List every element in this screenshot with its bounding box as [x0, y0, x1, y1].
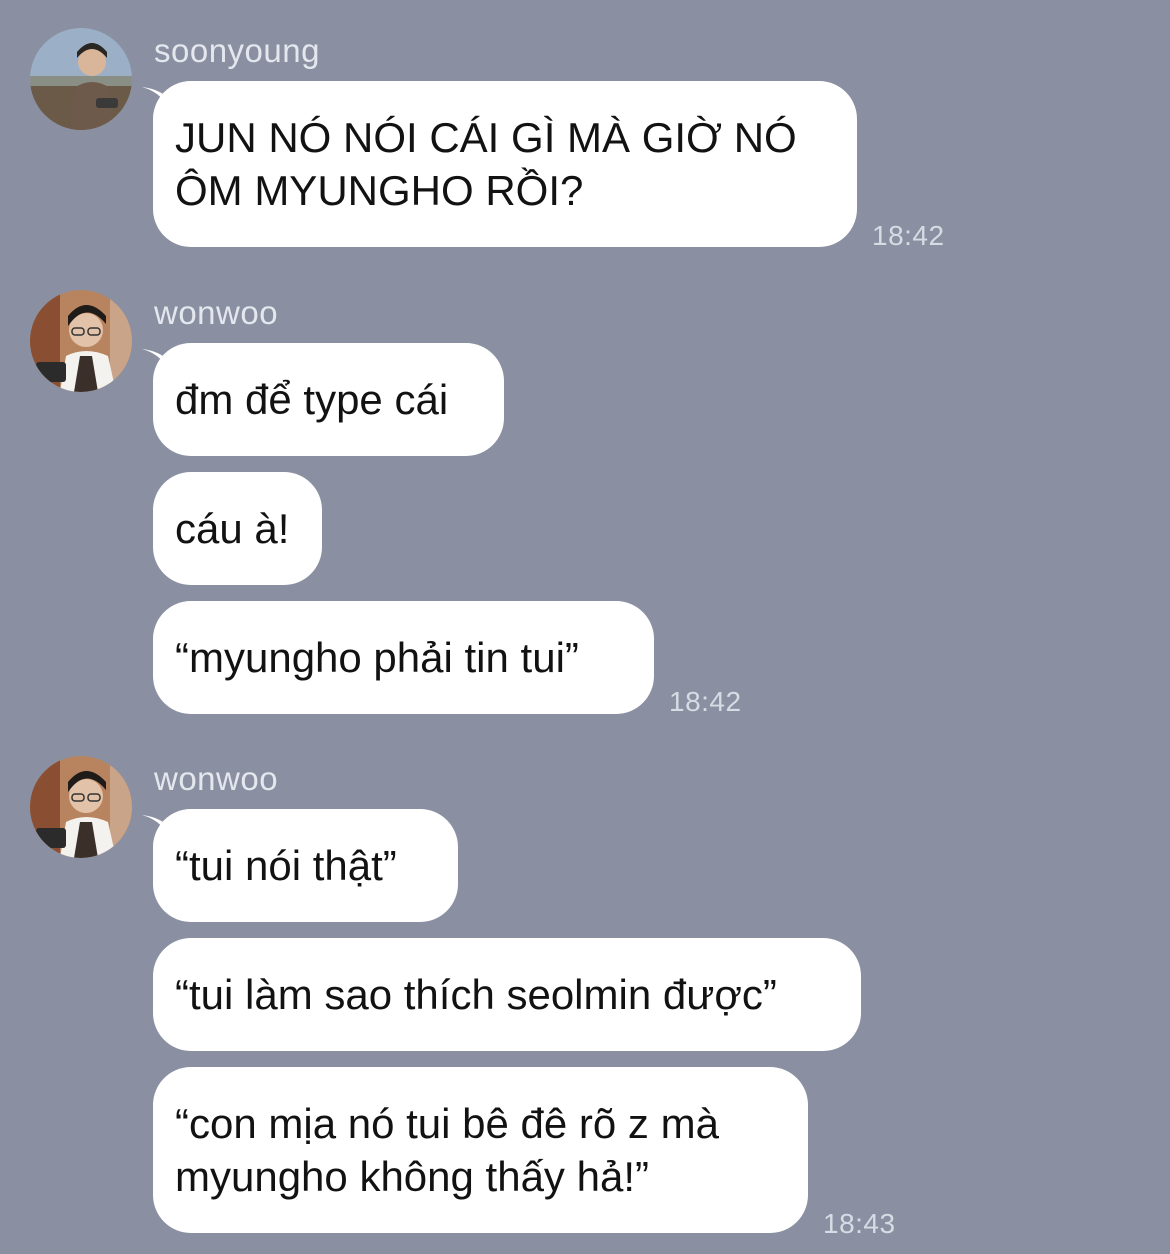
message-text: “myungho phải tin tui”: [175, 634, 579, 681]
message-bubble[interactable]: cáu à!: [153, 472, 322, 585]
message-bubble[interactable]: “tui nói thật”: [153, 809, 458, 922]
message-text: đm để type cái: [175, 376, 449, 423]
chat-thread: soonyoung JUN NÓ NÓI CÁI GÌ MÀ GIỜ NÓ ÔM…: [0, 0, 1170, 1254]
avatar[interactable]: [30, 28, 132, 130]
sender-name: wonwoo: [154, 294, 279, 331]
message-timestamp: 18:42: [669, 686, 742, 717]
avatar[interactable]: [30, 756, 132, 858]
message-text: “tui làm sao thích seolmin được”: [175, 971, 777, 1018]
message-text: cáu à!: [175, 505, 290, 552]
message-text: “tui nói thật”: [175, 842, 397, 889]
message-bubble[interactable]: đm để type cái: [153, 343, 504, 456]
avatar[interactable]: [30, 290, 132, 392]
message-text: “con mịa nó tui bê đê rõ z mà myungho kh…: [175, 1100, 719, 1200]
message-bubble[interactable]: “con mịa nó tui bê đê rõ z mà myungho kh…: [153, 1067, 808, 1233]
user-avatar-photo-icon: [30, 290, 132, 392]
message-timestamp: 18:42: [872, 220, 945, 251]
sender-name: wonwoo: [154, 760, 279, 797]
sender-name: soonyoung: [154, 32, 320, 69]
message-bubble[interactable]: “tui làm sao thích seolmin được”: [153, 938, 861, 1051]
message-bubble[interactable]: “myungho phải tin tui”: [153, 601, 654, 714]
message-timestamp: 18:43: [823, 1208, 896, 1239]
message-text: JUN NÓ NÓI CÁI GÌ MÀ GIỜ NÓ ÔM MYUNGHO R…: [175, 114, 797, 214]
user-avatar-photo-icon: [30, 28, 132, 130]
message-bubble[interactable]: JUN NÓ NÓI CÁI GÌ MÀ GIỜ NÓ ÔM MYUNGHO R…: [153, 81, 857, 247]
user-avatar-photo-icon: [30, 756, 132, 858]
